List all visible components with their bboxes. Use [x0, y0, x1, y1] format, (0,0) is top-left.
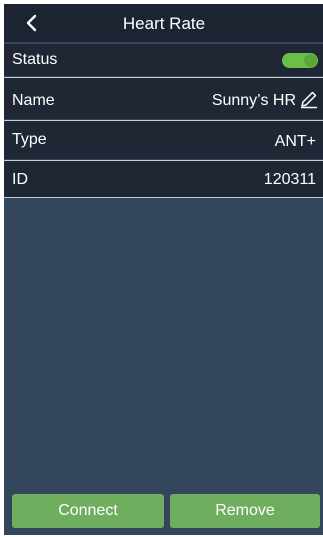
type-label: Type — [12, 131, 47, 148]
status-label: Status — [12, 51, 58, 68]
name-value: Sunny’s HR — [211, 92, 296, 109]
id-row: ID 120311 — [4, 160, 323, 198]
name-label: Name — [12, 92, 55, 109]
type-value: ANT+ — [274, 133, 316, 150]
name-row[interactable]: Name Sunny’s HR — [4, 77, 323, 119]
id-label: ID — [12, 171, 28, 188]
device-detail-screen: Heart Rate Status Name Sunny’s HR Type A… — [4, 4, 323, 535]
type-row: Type ANT+ — [4, 120, 323, 159]
toggle-knob — [304, 54, 317, 67]
pencil-icon[interactable] — [299, 89, 319, 109]
status-toggle[interactable] — [282, 53, 318, 68]
remove-button[interactable]: Remove — [170, 494, 320, 528]
title-bar: Heart Rate — [4, 4, 323, 42]
id-value: 120311 — [263, 171, 316, 188]
connect-button[interactable]: Connect — [12, 494, 164, 528]
status-row: Status — [4, 44, 323, 76]
page-title: Heart Rate — [122, 14, 206, 33]
